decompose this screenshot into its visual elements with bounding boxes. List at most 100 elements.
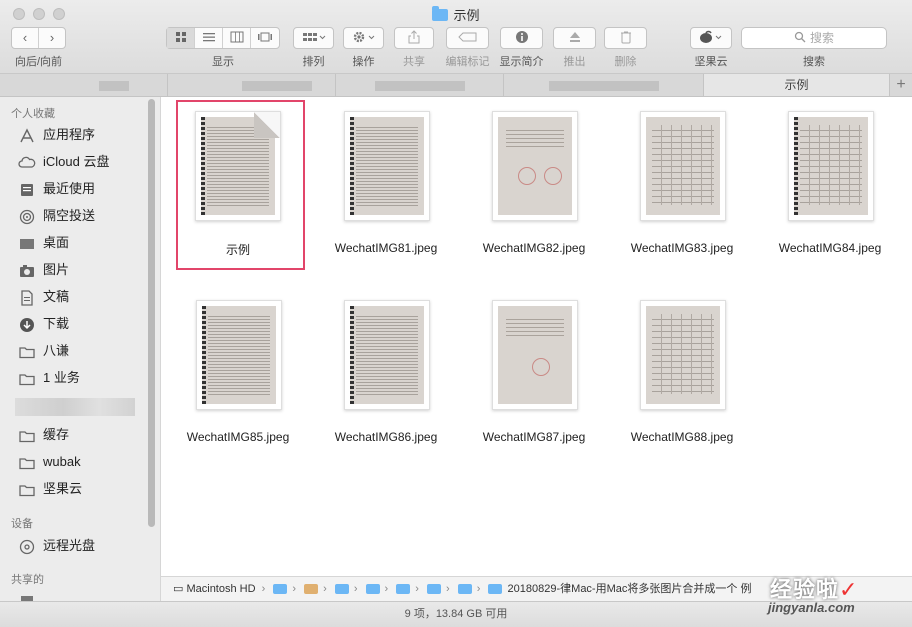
file-item[interactable]: WechatIMG88.jpeg	[607, 287, 757, 462]
favorites-header: 个人收藏	[11, 108, 55, 120]
sidebar-item-desktop[interactable]: 桌面	[18, 232, 69, 254]
coverflow-icon	[258, 32, 272, 42]
tab-active[interactable]: 示例	[704, 74, 890, 96]
redacted-block	[548, 80, 659, 91]
documents-icon	[18, 289, 36, 306]
forward-button[interactable]: ›	[39, 28, 65, 48]
folder-icon[interactable]	[488, 584, 503, 595]
file-name: WechatIMG87.jpeg	[482, 430, 586, 444]
eject-button[interactable]	[553, 27, 596, 49]
action-button[interactable]	[343, 27, 384, 49]
folder-icon[interactable]	[396, 584, 411, 595]
devices-header: 设备	[11, 518, 33, 530]
delete-button[interactable]	[604, 27, 647, 49]
arrange-button[interactable]	[293, 27, 334, 49]
sidebar-item-label: 桌面	[43, 235, 70, 250]
icon-view-button[interactable]	[167, 28, 195, 48]
sidebar-item-applications[interactable]: 应用程序	[18, 124, 95, 146]
sidebar-item-downloads[interactable]: 下载	[18, 313, 69, 335]
sidebar-item-label: 远程光盘	[43, 538, 96, 553]
redacted-sidebar-item[interactable]	[15, 398, 135, 416]
search-field[interactable]: 搜索	[741, 27, 887, 49]
file-item[interactable]: WechatIMG87.jpeg	[459, 287, 609, 462]
pictures-icon	[18, 263, 36, 279]
redacted-block	[98, 80, 129, 91]
sidebar-item-label: 应用程序	[43, 127, 96, 142]
info-icon	[515, 31, 528, 43]
file-preview	[356, 125, 418, 207]
folder-icon[interactable]	[334, 584, 349, 595]
new-tab-button[interactable]: +	[889, 74, 912, 96]
file-name: WechatIMG85.jpeg	[186, 430, 290, 444]
get-info-button[interactable]	[500, 27, 543, 49]
nutstore-button[interactable]	[690, 27, 732, 49]
finder-window: 示例 ‹ › 向后/向前 显示 排列 操作 共享 编辑标记 显示简介 推出 删除…	[0, 0, 912, 627]
sidebar-item-folder[interactable]: wubak	[18, 451, 81, 473]
folder-icon[interactable]	[457, 584, 472, 595]
file-preview	[652, 314, 714, 394]
sidebar-scrollbar[interactable]	[148, 99, 155, 527]
tab-1[interactable]	[0, 74, 168, 96]
sidebar-item-remote-disc[interactable]: 远程光盘	[18, 535, 95, 557]
view-label: 显示	[212, 56, 234, 68]
eject-label: 推出	[563, 56, 586, 68]
file-item[interactable]: WechatIMG84.jpeg	[755, 97, 905, 272]
sidebar-item-label: 隔空投送	[43, 208, 96, 223]
file-name: WechatIMG82.jpeg	[482, 241, 586, 255]
file-preview	[646, 306, 720, 404]
sidebar-item-label: 图片	[43, 262, 70, 277]
image-thumbnail	[196, 300, 282, 410]
file-item[interactable]: WechatIMG85.jpeg	[163, 287, 313, 462]
arrange-icon	[302, 33, 325, 41]
sidebar-item-airdrop[interactable]: 隔空投送	[18, 205, 95, 227]
file-item[interactable]: 示例	[163, 97, 313, 272]
tab-2[interactable]	[168, 74, 336, 96]
tag-icon	[457, 32, 476, 42]
sidebar-item-documents[interactable]: 文稿	[18, 286, 69, 308]
gallery-view-button[interactable]	[251, 28, 279, 48]
home-icon[interactable]	[304, 584, 319, 595]
sidebar-item-label: 八谦	[43, 343, 70, 358]
delete-label: 删除	[614, 56, 637, 68]
window-title: 示例	[0, 5, 912, 24]
sidebar-item-folder[interactable]: 缓存	[18, 424, 69, 446]
file-item[interactable]: WechatIMG81.jpeg	[311, 97, 461, 272]
folder-icon	[18, 371, 36, 387]
sidebar-item-folder[interactable]: 1 业务	[18, 367, 80, 389]
airdrop-icon	[18, 209, 36, 225]
file-item[interactable]: WechatIMG83.jpeg	[607, 97, 757, 272]
path-item-tail[interactable]: 例	[740, 583, 751, 595]
sidebar-item-pictures[interactable]: 图片	[18, 259, 69, 281]
tab-3[interactable]	[336, 74, 504, 96]
file-grid: 示例 WechatIMG81.jpeg WechatIMG82.jpeg Wec…	[161, 97, 912, 576]
sidebar-item-icloud[interactable]: iCloud 云盘	[18, 151, 109, 173]
sidebar-item-label: 1 业务	[43, 370, 80, 385]
list-view-button[interactable]	[195, 28, 223, 48]
columns-icon	[230, 31, 243, 43]
nav-label: 向后/向前	[14, 56, 63, 68]
file-name: WechatIMG88.jpeg	[630, 430, 734, 444]
image-thumbnail	[492, 111, 578, 221]
sidebar-item-label: 缓存	[43, 427, 70, 442]
file-item[interactable]: WechatIMG82.jpeg	[459, 97, 609, 272]
file-name: WechatIMG83.jpeg	[630, 241, 734, 255]
sidebar-item-label: 文稿	[43, 289, 70, 304]
file-preview	[350, 306, 354, 404]
disk-icon: ▭	[173, 583, 184, 595]
sidebar-item-folder[interactable]: 八谦	[18, 340, 69, 362]
back-button[interactable]: ‹	[12, 28, 39, 48]
folder-icon[interactable]	[365, 584, 380, 595]
path-item-disk[interactable]: Macintosh HD	[186, 583, 255, 595]
folder-icon[interactable]	[273, 584, 288, 595]
file-item[interactable]: WechatIMG86.jpeg	[311, 287, 461, 462]
column-view-button[interactable]	[223, 28, 251, 48]
sidebar-item-recents[interactable]: 最近使用	[18, 178, 95, 200]
file-preview	[498, 117, 572, 215]
edit-tags-button[interactable]	[446, 27, 489, 49]
sidebar-item-folder[interactable]: 坚果云	[18, 478, 82, 500]
tab-4[interactable]	[504, 74, 704, 96]
path-item-current[interactable]: 20180829-律Mac-用Mac将多张图片合并成一个	[508, 583, 738, 595]
share-button[interactable]	[394, 27, 434, 49]
nutstore-icon	[700, 30, 722, 43]
folder-icon[interactable]	[427, 584, 442, 595]
